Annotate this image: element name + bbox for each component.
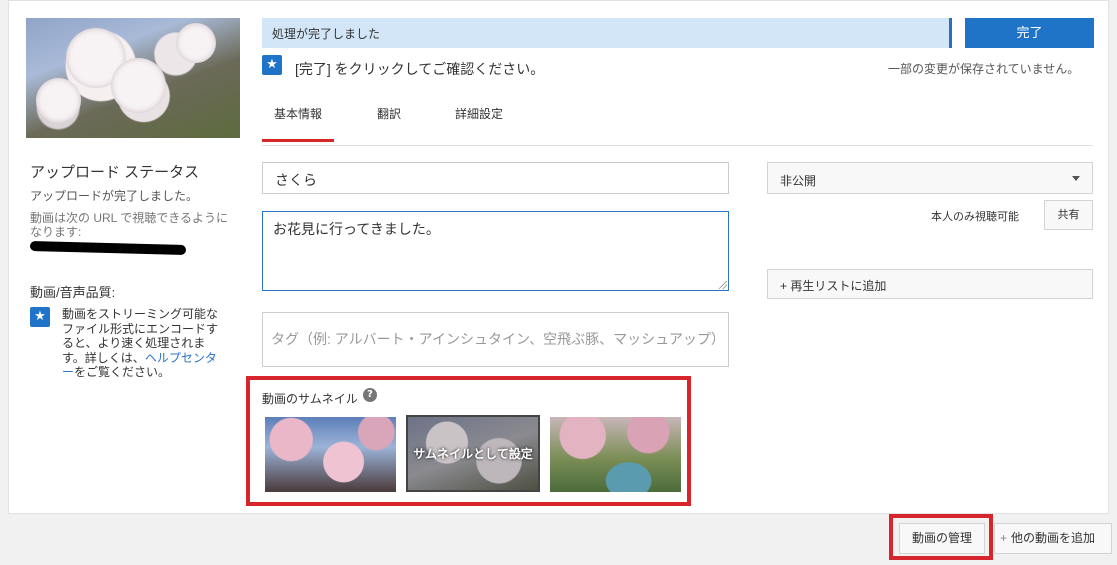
quality-text-suffix: をご覧ください。: [74, 365, 171, 379]
progress-text: 処理が完了しました: [272, 27, 381, 41]
chevron-down-icon: [1072, 176, 1080, 181]
description-textarea[interactable]: お花見に行ってきました。: [262, 211, 729, 291]
upload-status-title: アップロード ステータス: [30, 164, 200, 181]
tab-basic-info[interactable]: 基本情報: [261, 105, 335, 142]
thumbnail-label: 動画のサムネイル: [262, 392, 358, 406]
tab-bar: 基本情報 翻訳 詳細設定: [261, 100, 1093, 146]
video-preview-thumbnail: [26, 18, 240, 138]
tags-input[interactable]: タグ（例: アルバート・アインシュタイン、空飛ぶ豚、マッシュアップ）: [262, 312, 729, 367]
quality-title: 動画/音声品質:: [30, 285, 116, 300]
title-input[interactable]: さくら: [262, 162, 729, 194]
unsaved-changes-note: 一部の変更が保存されていません。: [888, 62, 1080, 76]
quality-help-text: 動画をストリーミング可能なファイル形式にエンコードすると、より速く処理されます。…: [62, 307, 227, 380]
tab-advanced-settings[interactable]: 詳細設定: [455, 105, 503, 122]
upload-status-text: アップロードが完了しました。: [30, 189, 199, 203]
plus-icon: +: [1000, 531, 1008, 545]
done-button[interactable]: 完了: [965, 18, 1094, 48]
share-button[interactable]: 共有: [1044, 200, 1093, 230]
star-icon: ★: [262, 55, 282, 75]
manage-videos-button[interactable]: 動画の管理: [899, 523, 985, 554]
set-thumbnail-label: サムネイルとして設定: [413, 447, 533, 461]
thumbnail-option-3[interactable]: [550, 417, 681, 492]
upload-url-text: 動画は次の URL で視聴できるようになります:: [30, 211, 228, 239]
resize-grip-icon[interactable]: [719, 281, 727, 289]
confirm-message: [完了] をクリックしてご確認ください。: [295, 61, 545, 77]
thumbnail-option-2[interactable]: サムネイルとして設定: [404, 413, 542, 494]
tab-translation[interactable]: 翻訳: [377, 105, 401, 122]
add-more-videos-label: 他の動画を追加: [1011, 531, 1096, 545]
add-more-videos-button[interactable]: + 他の動画を追加: [994, 523, 1112, 554]
help-icon[interactable]: ?: [363, 388, 377, 402]
processing-progress-bar: 処理が完了しました: [262, 18, 952, 48]
add-to-playlist-button[interactable]: + 再生リストに追加: [767, 269, 1093, 299]
description-text: お花見に行ってきました。: [273, 221, 440, 237]
thumbnail-option-1[interactable]: [265, 417, 396, 492]
star-icon: ★: [30, 307, 50, 327]
privacy-note: 本人のみ視聴可能: [931, 211, 1019, 223]
privacy-select[interactable]: 非公開: [767, 162, 1093, 194]
privacy-selected-value: 非公開: [780, 174, 817, 188]
